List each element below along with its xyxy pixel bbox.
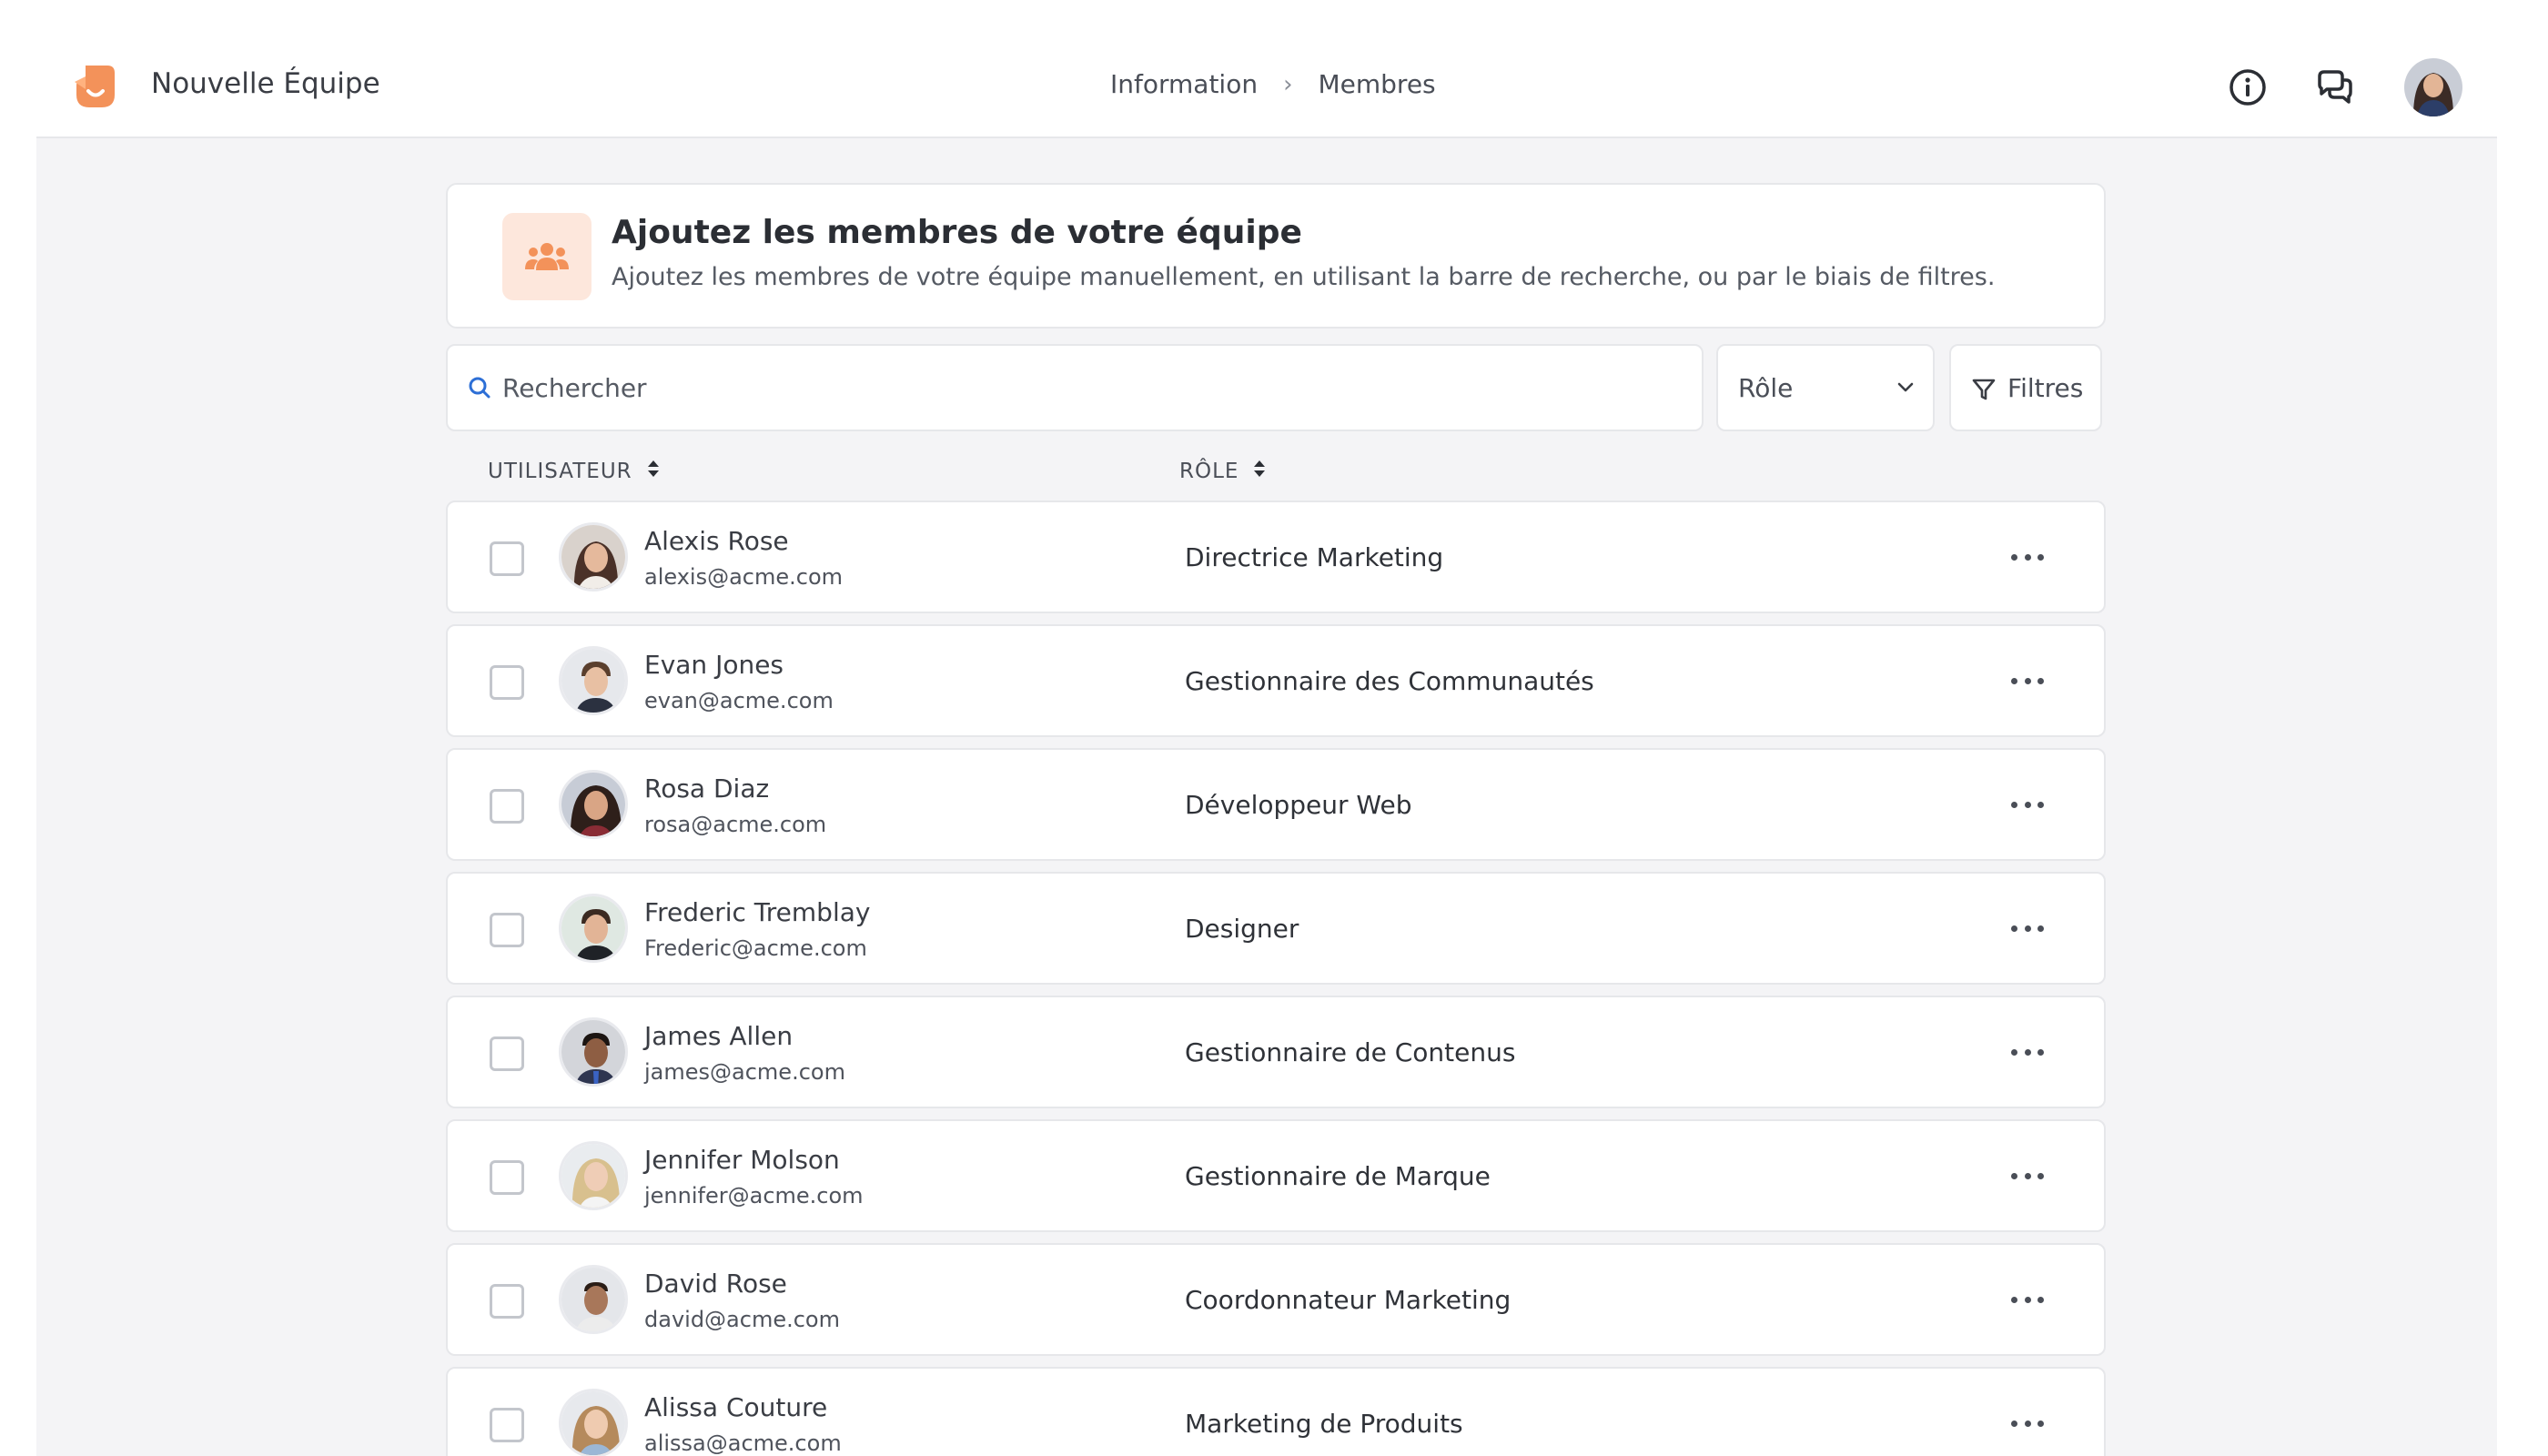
avatar: [559, 1141, 628, 1210]
page-subtitle: Ajoutez les membres de votre équipe manu…: [612, 263, 1996, 291]
row-checkbox[interactable]: [490, 665, 524, 700]
table-row[interactable]: Evan Jones evan@acme.com Gestionnaire de…: [446, 624, 2106, 737]
sort-icon: [1253, 459, 1266, 484]
table-row[interactable]: Frederic Tremblay Frederic@acme.com Desi…: [446, 872, 2106, 985]
column-header-role-label: RÔLE: [1179, 460, 1239, 483]
user-role: Gestionnaire de Marque: [1185, 1161, 1491, 1191]
chat-icon[interactable]: [2313, 66, 2357, 109]
user-email: rosa@acme.com: [644, 812, 827, 837]
user-role: Directrice Marketing: [1185, 542, 1444, 572]
avatar: [559, 646, 628, 715]
more-options-icon[interactable]: [2009, 666, 2046, 695]
filters-label: Filtres: [2007, 373, 2084, 403]
user-name: James Allen: [644, 1021, 794, 1051]
row-checkbox[interactable]: [490, 1036, 524, 1071]
user-name: David Rose: [644, 1269, 787, 1299]
column-header-user-label: UTILISATEUR: [488, 460, 632, 483]
row-checkbox[interactable]: [490, 1160, 524, 1195]
app-logo-icon[interactable]: [73, 62, 118, 111]
user-email: james@acme.com: [644, 1059, 845, 1085]
more-options-icon[interactable]: [2009, 1409, 2046, 1438]
table-row[interactable]: James Allen james@acme.com Gestionnaire …: [446, 996, 2106, 1108]
table-row[interactable]: Rosa Diaz rosa@acme.com Développeur Web: [446, 748, 2106, 861]
user-email: evan@acme.com: [644, 688, 834, 713]
team-icon: [502, 213, 592, 300]
user-name: Frederic Tremblay: [644, 897, 871, 927]
filter-icon: [1971, 377, 1997, 406]
table-row[interactable]: Alexis Rose alexis@acme.com Directrice M…: [446, 500, 2106, 613]
filters-button[interactable]: Filtres: [1949, 344, 2102, 431]
breadcrumb: Information › Membres: [1110, 69, 1436, 99]
row-checkbox[interactable]: [490, 541, 524, 576]
search-bar[interactable]: [446, 344, 1704, 431]
user-name: Jennifer Molson: [644, 1145, 840, 1175]
info-icon[interactable]: [2226, 66, 2270, 109]
breadcrumb-information[interactable]: Information: [1110, 69, 1258, 99]
more-options-icon[interactable]: [2009, 1161, 2046, 1190]
user-role: Designer: [1185, 914, 1299, 944]
user-email: alissa@acme.com: [644, 1431, 842, 1456]
user-email: david@acme.com: [644, 1307, 840, 1332]
user-email: Frederic@acme.com: [644, 935, 867, 961]
column-header-role[interactable]: RÔLE: [1179, 459, 1266, 484]
search-input[interactable]: [502, 368, 1676, 408]
avatar: [559, 894, 628, 963]
search-icon: [468, 376, 491, 403]
user-role: Gestionnaire des Communautés: [1185, 666, 1594, 696]
row-checkbox[interactable]: [490, 1408, 524, 1442]
page-title: Ajoutez les membres de votre équipe: [612, 214, 1302, 251]
column-header-user[interactable]: UTILISATEUR: [488, 459, 660, 484]
team-name: Nouvelle Équipe: [151, 67, 380, 100]
row-checkbox[interactable]: [490, 913, 524, 947]
breadcrumb-membres[interactable]: Membres: [1319, 69, 1436, 99]
chevron-down-icon: [1896, 380, 1915, 398]
avatar: [559, 770, 628, 839]
more-options-icon[interactable]: [2009, 1285, 2046, 1314]
user-name: Alexis Rose: [644, 526, 789, 556]
user-role: Coordonnateur Marketing: [1185, 1285, 1512, 1315]
role-dropdown-label: Rôle: [1738, 373, 1794, 403]
row-checkbox[interactable]: [490, 789, 524, 824]
user-role: Marketing de Produits: [1185, 1409, 1463, 1439]
top-bar: Nouvelle Équipe Information › Membres: [36, 0, 2497, 138]
more-options-icon[interactable]: [2009, 1037, 2046, 1067]
user-name: Evan Jones: [644, 650, 784, 680]
avatar: [559, 1017, 628, 1087]
avatar: [559, 1389, 628, 1456]
user-avatar[interactable]: [2404, 58, 2462, 116]
main-content: Ajoutez les membres de votre équipe Ajou…: [36, 138, 2497, 1456]
avatar: [559, 522, 628, 592]
more-options-icon[interactable]: [2009, 542, 2046, 571]
user-name: Alissa Couture: [644, 1392, 828, 1422]
role-dropdown[interactable]: Rôle: [1716, 344, 1935, 431]
more-options-icon[interactable]: [2009, 914, 2046, 943]
app-window: Nouvelle Équipe Information › Membres Aj…: [0, 0, 2548, 1456]
table-row[interactable]: David Rose david@acme.com Coordonnateur …: [446, 1243, 2106, 1356]
user-role: Gestionnaire de Contenus: [1185, 1037, 1516, 1067]
user-email: alexis@acme.com: [644, 564, 844, 590]
intro-card: Ajoutez les membres de votre équipe Ajou…: [446, 183, 2106, 329]
user-name: Rosa Diaz: [644, 774, 770, 804]
user-role: Développeur Web: [1185, 790, 1412, 820]
user-email: jennifer@acme.com: [644, 1183, 864, 1208]
more-options-icon[interactable]: [2009, 790, 2046, 819]
chevron-right-icon: ›: [1283, 70, 1293, 98]
table-row[interactable]: Jennifer Molson jennifer@acme.com Gestio…: [446, 1119, 2106, 1232]
table-row[interactable]: Alissa Couture alissa@acme.com Marketing…: [446, 1367, 2106, 1456]
row-checkbox[interactable]: [490, 1284, 524, 1319]
avatar: [559, 1265, 628, 1334]
sort-icon: [647, 459, 660, 484]
